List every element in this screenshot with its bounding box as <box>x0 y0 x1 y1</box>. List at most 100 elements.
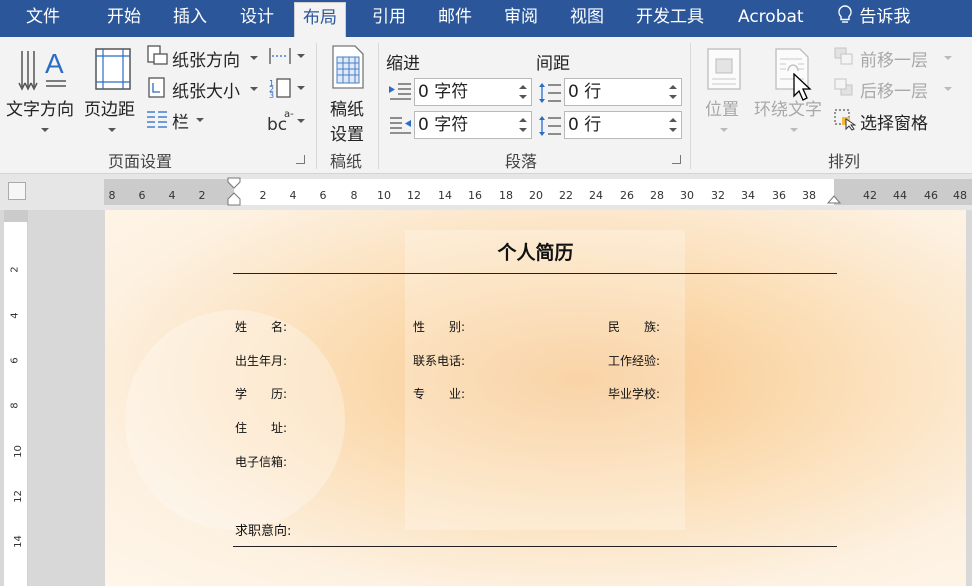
group-separator <box>316 43 317 169</box>
spin-down-icon[interactable] <box>519 95 527 99</box>
group-label-paragraph: 段落 <box>505 152 538 171</box>
chevron-down-icon <box>944 56 952 60</box>
tab-insert[interactable]: 插入 <box>173 0 207 37</box>
tab-file[interactable]: 文件 <box>26 0 60 37</box>
ruler-tick: 14 <box>438 189 452 202</box>
tab-layout[interactable]: 布局 <box>294 2 346 37</box>
horizontal-ruler: 8 6 4 2 2 4 6 8 10 12 14 16 18 20 22 24 … <box>0 174 972 210</box>
page-setup-launcher-icon[interactable] <box>296 155 305 164</box>
spin-up-icon[interactable] <box>669 85 677 89</box>
selection-pane-icon <box>834 109 856 131</box>
columns-label: 栏 <box>172 113 189 133</box>
line-numbers-icon[interactable]: 1 2 3 <box>268 77 308 99</box>
group-label-page-setup: 页面设置 <box>108 152 173 171</box>
vertical-ruler: 2 4 6 8 10 12 14 <box>4 210 28 586</box>
group-label-arrange: 排列 <box>828 152 861 171</box>
tab-selector-icon[interactable] <box>8 182 26 200</box>
word-window: 文件 开始 插入 设计 布局 引用 邮件 审阅 视图 开发工具 Acrobat … <box>0 0 972 586</box>
margins-icon <box>95 48 131 90</box>
ruler-tick: 32 <box>711 189 725 202</box>
spacing-before-value: 0 行 <box>568 82 602 102</box>
indent-right-field[interactable]: 0 字符 <box>414 111 532 139</box>
tab-home[interactable]: 开始 <box>107 0 141 37</box>
ruler-track[interactable]: 8 6 4 2 2 4 6 8 10 12 14 16 18 20 22 24 … <box>104 177 972 206</box>
ruler-tick: 42 <box>863 189 877 202</box>
field-education: 学 历: <box>235 387 288 401</box>
first-line-indent-marker-icon[interactable] <box>227 177 241 189</box>
tab-review[interactable]: 审阅 <box>504 0 538 37</box>
ruler-tick: 22 <box>559 189 573 202</box>
right-indent-marker-icon[interactable] <box>827 195 841 205</box>
group-label-draft: 稿纸 <box>330 152 363 171</box>
field-major: 专 业: <box>413 387 466 401</box>
chevron-down-icon <box>944 87 952 91</box>
spin-down-icon[interactable] <box>669 128 677 132</box>
indent-left-icon <box>389 83 411 100</box>
field-address: 住 址: <box>235 421 288 435</box>
field-school: 毕业学校: <box>608 387 661 401</box>
tell-me-box[interactable]: 告诉我 <box>836 0 910 37</box>
ruler-tick: 18 <box>499 189 513 202</box>
svg-text:a-: a- <box>284 109 294 120</box>
ruler-tick: 34 <box>741 189 755 202</box>
tab-developer[interactable]: 开发工具 <box>636 0 704 37</box>
field-experience: 工作经验: <box>608 354 661 368</box>
margins-label: 页边距 <box>84 100 135 120</box>
spin-down-icon[interactable] <box>669 95 677 99</box>
field-phone: 联系电话: <box>413 354 466 368</box>
tab-acrobat[interactable]: Acrobat <box>738 0 804 37</box>
field-gender: 性 别: <box>413 320 466 334</box>
tab-mailings[interactable]: 邮件 <box>438 0 472 37</box>
paragraph-launcher-icon[interactable] <box>672 155 681 164</box>
draft-label-2: 设置 <box>330 125 364 145</box>
group-separator <box>378 43 379 169</box>
field-objective: 求职意向: <box>235 524 292 539</box>
tab-view[interactable]: 视图 <box>570 0 604 37</box>
ruler-tick: 6 <box>319 189 327 202</box>
text-direction-icon: A <box>18 48 66 91</box>
field-ethnicity: 民 族: <box>608 320 661 334</box>
ruler-tick: 2 <box>9 266 21 273</box>
spin-up-icon[interactable] <box>519 85 527 89</box>
mouse-cursor-icon <box>793 73 812 101</box>
group-separator <box>690 43 691 169</box>
chevron-down-icon <box>720 128 728 132</box>
tab-design[interactable]: 设计 <box>240 0 274 37</box>
spacing-after-field[interactable]: 0 行 <box>564 111 682 139</box>
title-underline <box>233 273 837 274</box>
field-name: 姓 名: <box>235 320 288 334</box>
ruler-tick: 28 <box>650 189 664 202</box>
field-birth: 出生年月: <box>235 354 288 368</box>
bring-forward-label: 前移一层 <box>860 51 928 71</box>
ruler-tick: 48 <box>953 189 967 202</box>
lightbulb-icon <box>838 5 852 23</box>
spin-up-icon[interactable] <box>669 118 677 122</box>
ruler-tick: 6 <box>9 357 21 364</box>
ruler-tick: 6 <box>138 189 146 202</box>
ruler-tick: 24 <box>589 189 603 202</box>
spin-down-icon[interactable] <box>519 128 527 132</box>
columns-icon <box>147 111 167 128</box>
chevron-down-icon <box>41 128 49 132</box>
breaks-icon[interactable] <box>268 45 308 67</box>
ruler-tick: 30 <box>680 189 694 202</box>
svg-text:3: 3 <box>269 91 274 99</box>
indent-left-field[interactable]: 0 字符 <box>414 78 532 106</box>
text-direction-label: 文字方向 <box>6 100 74 120</box>
spacing-before-field[interactable]: 0 行 <box>564 78 682 106</box>
draft-paper-icon <box>332 45 364 89</box>
ruler-tick: 8 <box>108 189 116 202</box>
spin-up-icon[interactable] <box>519 118 527 122</box>
ruler-tick: 44 <box>893 189 907 202</box>
paper-size-icon <box>148 77 165 98</box>
hanging-indent-marker-icon[interactable] <box>227 192 241 206</box>
ruler-tick: 20 <box>529 189 543 202</box>
orientation-icon <box>147 45 168 65</box>
indent-right-icon <box>390 117 411 134</box>
document-page[interactable]: 个人简历 姓 名: 性 别: 民 族: 出生年月: 联系电话: 工作经验: 学 … <box>105 210 966 586</box>
ruler-tick: 2 <box>259 189 267 202</box>
spacing-after-value: 0 行 <box>568 115 602 135</box>
hyphenation-icon[interactable]: bc a- <box>266 107 308 133</box>
ruler-tick: 10 <box>377 189 391 202</box>
tab-references[interactable]: 引用 <box>372 0 406 37</box>
